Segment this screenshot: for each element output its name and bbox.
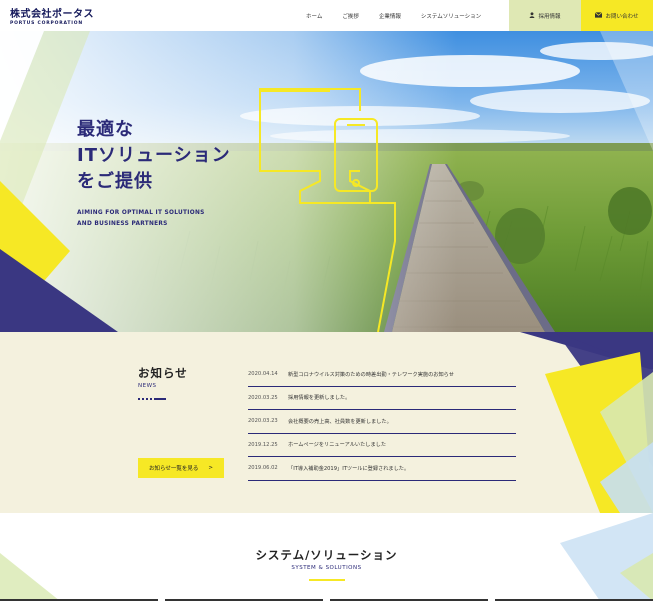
news-text: ホームページをリニューアルいたしました [288, 442, 387, 449]
systems-title: システム/ソリューション [255, 548, 398, 562]
news-item[interactable]: 2020.03.25 採用情報を更新しました。 [248, 387, 516, 410]
news-date: 2019.12.25 [248, 441, 278, 448]
global-nav: ホーム ご挨拶 企業情報 システムソリューション [306, 0, 501, 31]
hero-subtitle-line: AIMING FOR OPTIMAL IT SOLUTIONS [77, 210, 205, 216]
news-list-button-label: お知らせ一覧を見る [148, 466, 199, 472]
recruit-button[interactable]: 採用情報 [509, 0, 581, 31]
person-icon [529, 11, 535, 20]
news-title-en: NEWS [138, 383, 157, 389]
logo-en: PORTUS CORPORATION [10, 21, 83, 26]
nav-home[interactable]: ホーム [306, 12, 322, 20]
news-item[interactable]: 2020.03.23 会社概要の売上高、社員数を更新しました。 [248, 410, 516, 434]
contact-button[interactable]: お問い合わせ [581, 0, 653, 31]
news-item[interactable]: 2019.06.02 「IT導入補助金2019」ITツールに登録されました。 [248, 457, 516, 481]
logo-jp: 株式会社ポータス [10, 9, 94, 20]
news-date: 2020.04.14 [248, 371, 278, 378]
news-text: 会社概要の売上高、社員数を更新しました。 [288, 418, 392, 425]
news-item[interactable]: 2019.12.25 ホームページをリニューアルいたしました [248, 434, 516, 457]
news-text: 「IT導入補助金2019」ITツールに登録されました。 [288, 465, 410, 472]
systems-underline [309, 579, 345, 581]
systems-section: システム/ソリューション SYSTEM & SOLUTIONS [0, 513, 653, 601]
mail-icon [595, 11, 603, 20]
nav-company[interactable]: 企業情報 [379, 12, 401, 20]
news-date: 2019.06.02 [248, 465, 278, 472]
nav-solutions[interactable]: システムソリューション [421, 12, 481, 20]
news-list-button[interactable]: お知らせ一覧を見る > [138, 458, 224, 478]
news-text: 新型コロナウイルス対策のための時差出勤・テレワーク実施のお知らせ [288, 371, 454, 378]
hero-title-line: ITソリューション [77, 145, 231, 166]
news-item[interactable]: 2020.04.14 新型コロナウイルス対策のための時差出勤・テレワーク実施のお… [248, 363, 516, 387]
hero-subtitle: AIMING FOR OPTIMAL IT SOLUTIONS AND BUSI… [77, 208, 205, 230]
hero-title: 最適な ITソリューション をご提供 [77, 117, 231, 195]
news-date: 2020.03.23 [248, 418, 278, 425]
news-title: お知らせ [138, 366, 188, 380]
chevron-right-icon: > [208, 465, 213, 471]
news-section: お知らせ NEWS お知らせ一覧を見る > 2020.04.14 新型コロナウイ… [0, 332, 653, 513]
logo[interactable]: 株式会社ポータス PORTUS CORPORATION [10, 5, 94, 26]
nav-greeting[interactable]: ご挨拶 [342, 12, 359, 20]
news-text: 採用情報を更新しました。 [288, 395, 351, 402]
contact-label: お問い合わせ [605, 13, 639, 20]
hero-subtitle-line: AND BUSINESS PARTNERS [77, 221, 168, 227]
systems-title-en: SYSTEM & SOLUTIONS [291, 565, 362, 571]
site-header: 株式会社ポータス PORTUS CORPORATION ホーム ご挨拶 企業情報… [0, 0, 653, 31]
news-list: 2020.04.14 新型コロナウイルス対策のための時差出勤・テレワーク実施のお… [248, 363, 516, 481]
hero: 最適な ITソリューション をご提供 AIMING FOR OPTIMAL IT… [0, 31, 653, 332]
hero-title-line: をご提供 [77, 171, 153, 192]
news-date: 2020.03.25 [248, 394, 278, 401]
news-underline [138, 398, 166, 400]
recruit-label: 採用情報 [538, 13, 561, 20]
hero-title-line: 最適な [77, 119, 134, 140]
